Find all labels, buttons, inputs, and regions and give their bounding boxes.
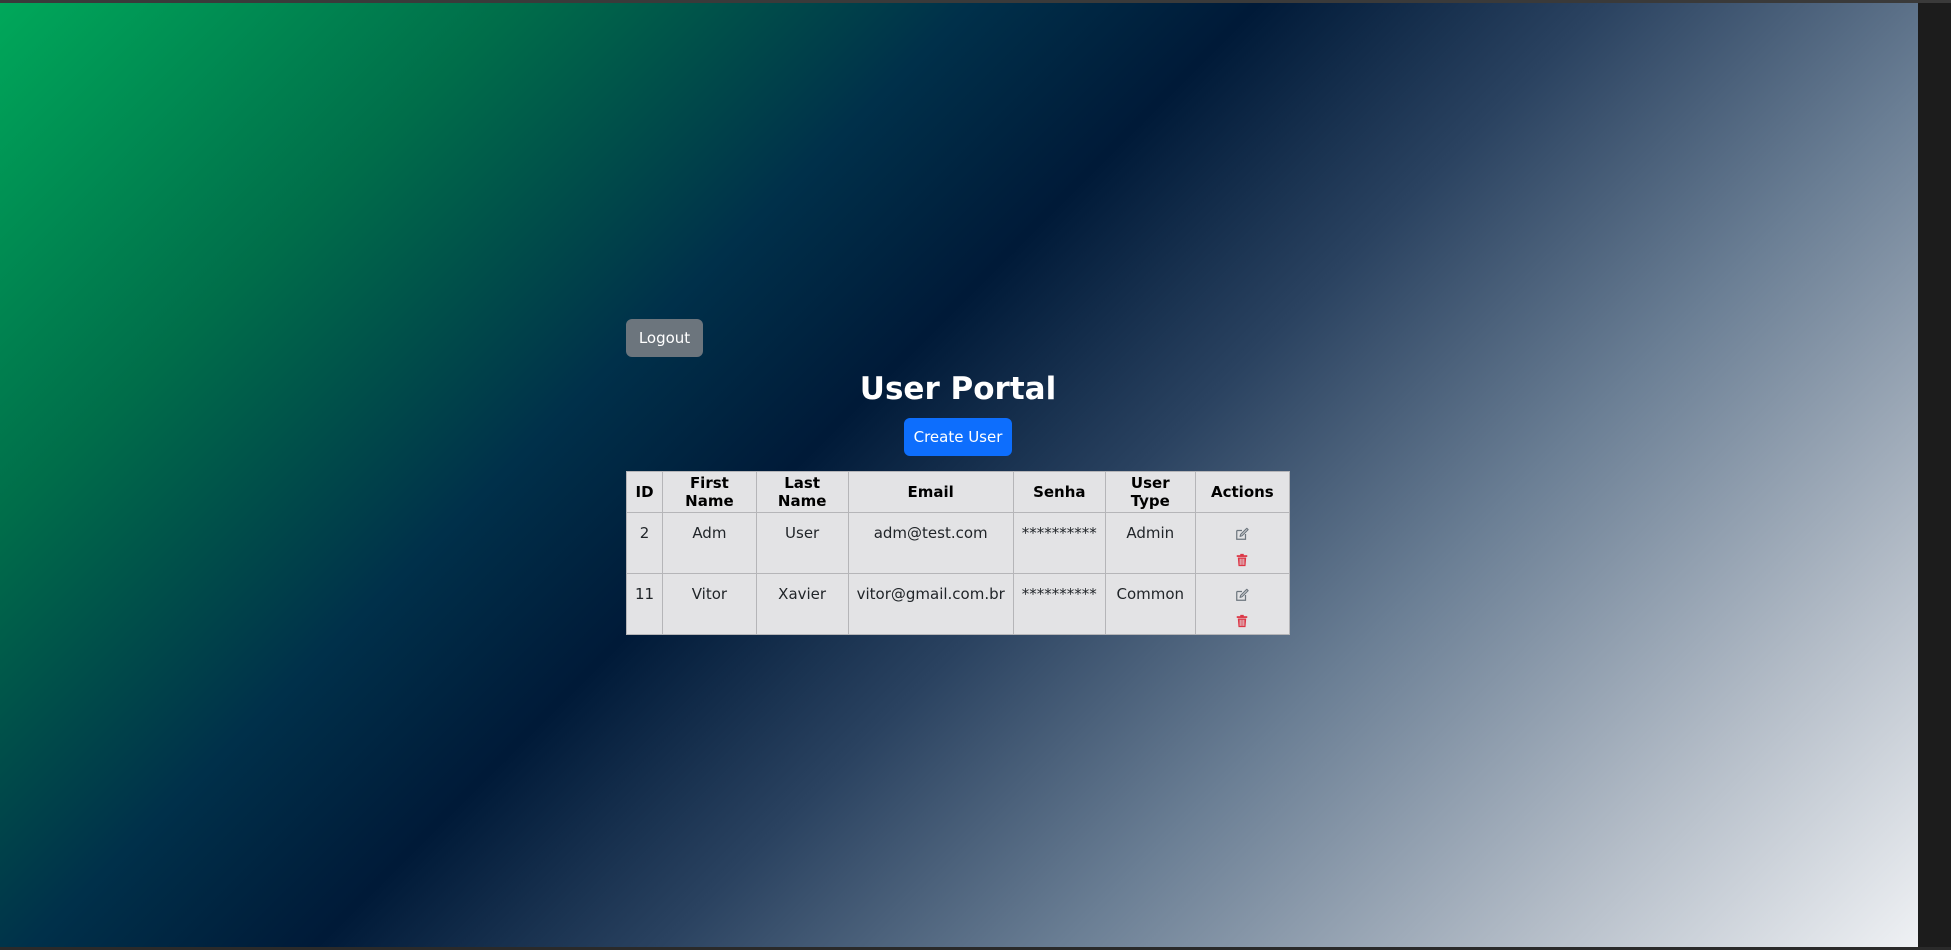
window-right-gutter bbox=[1918, 3, 1951, 947]
cell-actions bbox=[1194, 512, 1291, 574]
column-header-last-name: Last Name bbox=[755, 471, 849, 513]
cell-senha: ********** bbox=[1012, 573, 1106, 635]
create-user-button[interactable]: Create User bbox=[904, 418, 1012, 456]
column-header-actions: Actions bbox=[1194, 471, 1291, 513]
cell-id: 2 bbox=[625, 512, 664, 574]
edit-icon bbox=[1236, 588, 1250, 601]
page-viewport: Logout User Portal Create User ID First … bbox=[0, 3, 1918, 947]
edit-icon bbox=[1236, 527, 1250, 540]
table-row: 2 Adm User adm@test.com ********** Admin bbox=[625, 512, 1291, 574]
table-row: 11 Vitor Xavier vitor@gmail.com.br *****… bbox=[625, 573, 1291, 635]
cell-last-name: Xavier bbox=[755, 573, 849, 635]
cell-actions bbox=[1194, 573, 1291, 635]
cell-senha: ********** bbox=[1012, 512, 1106, 574]
cell-id: 11 bbox=[625, 573, 664, 635]
logout-button[interactable]: Logout bbox=[626, 319, 703, 357]
edit-user-button[interactable] bbox=[1229, 582, 1255, 608]
users-table: ID First Name Last Name Email Senha User… bbox=[625, 471, 1291, 635]
trash-icon bbox=[1237, 553, 1248, 567]
cell-first-name: Adm bbox=[662, 512, 757, 574]
table-header-row: ID First Name Last Name Email Senha User… bbox=[625, 471, 1291, 513]
edit-user-button[interactable] bbox=[1229, 521, 1255, 547]
trash-icon bbox=[1237, 614, 1248, 628]
column-header-first-name: First Name bbox=[662, 471, 757, 513]
column-header-user-type: User Type bbox=[1104, 471, 1196, 513]
cell-first-name: Vitor bbox=[662, 573, 757, 635]
cell-email: vitor@gmail.com.br bbox=[847, 573, 1014, 635]
cell-user-type: Admin bbox=[1104, 512, 1196, 574]
cell-last-name: User bbox=[755, 512, 849, 574]
column-header-email: Email bbox=[847, 471, 1014, 513]
column-header-senha: Senha bbox=[1012, 471, 1106, 513]
cell-user-type: Common bbox=[1104, 573, 1196, 635]
cell-email: adm@test.com bbox=[847, 512, 1014, 574]
delete-user-button[interactable] bbox=[1229, 547, 1255, 573]
page-title: User Portal bbox=[859, 371, 1057, 407]
column-header-id: ID bbox=[625, 471, 664, 513]
delete-user-button[interactable] bbox=[1229, 608, 1255, 634]
